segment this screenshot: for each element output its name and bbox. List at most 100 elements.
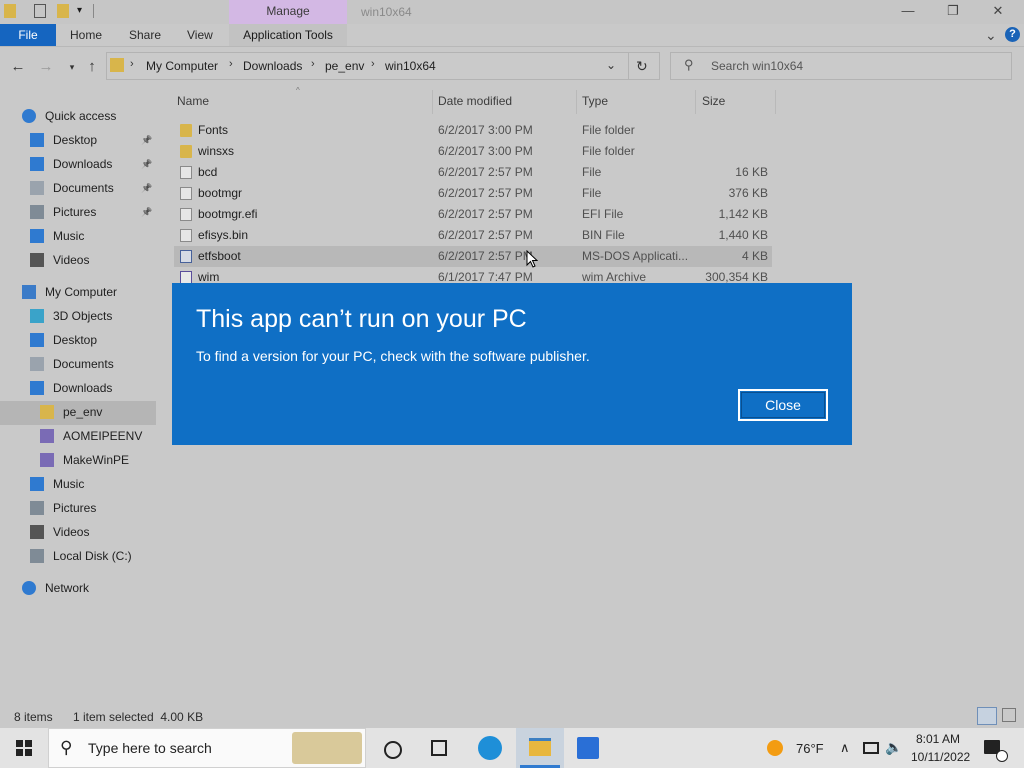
forward-arrow-icon[interactable]: → xyxy=(36,57,56,77)
sidebar-item-videos[interactable]: Videos xyxy=(30,520,156,544)
windows-start-icon[interactable] xyxy=(16,740,32,756)
large-icons-view-icon[interactable] xyxy=(1002,708,1016,722)
drive-icon xyxy=(30,549,44,563)
pin-icon[interactable]: 📌 xyxy=(141,152,152,176)
column-header-size[interactable]: Size xyxy=(702,94,725,108)
music-icon xyxy=(30,229,44,243)
search-highlight-illustration-icon xyxy=(292,732,362,764)
file-icon xyxy=(180,187,192,200)
refresh-icon[interactable]: ↻ xyxy=(636,58,648,75)
breadcrumb-separator-icon[interactable]: › xyxy=(229,58,233,70)
file-name: winsxs xyxy=(198,144,235,158)
recent-locations-icon[interactable]: ▾ xyxy=(62,57,82,77)
edge-browser-icon[interactable] xyxy=(478,736,502,760)
tab-home[interactable]: Home xyxy=(70,24,102,46)
microsoft-store-icon[interactable] xyxy=(577,737,599,759)
tab-share[interactable]: Share xyxy=(129,24,161,46)
folder-icon xyxy=(180,124,192,137)
sidebar-item-desktop[interactable]: Desktop 📌 xyxy=(30,128,156,152)
sidebar-item-downloads[interactable]: Downloads xyxy=(30,376,156,400)
volume-icon[interactable]: 🔈 xyxy=(885,739,902,756)
close-button[interactable]: Close xyxy=(738,389,828,421)
sidebar-item-desktop[interactable]: Desktop xyxy=(30,328,156,352)
address-dropdown-icon[interactable]: ⌄ xyxy=(606,58,616,72)
column-header-date-modified[interactable]: Date modified xyxy=(438,94,512,108)
breadcrumb-downloads[interactable]: Downloads xyxy=(243,59,302,73)
sun-weather-icon[interactable] xyxy=(767,740,783,756)
sidebar-item-label: Music xyxy=(53,229,85,243)
sidebar-item-local-disk-c[interactable]: Local Disk (C:) xyxy=(30,544,156,568)
customize-toolbar-icon[interactable]: ▾ xyxy=(77,5,82,16)
ribbon-collapse-icon[interactable]: ⌄ xyxy=(985,27,997,44)
sidebar-item-documents[interactable]: Documents 📌 xyxy=(30,176,156,200)
help-icon[interactable]: ? xyxy=(1005,27,1020,42)
file-row[interactable]: winsxs 6/2/2017 3:00 PM File folder xyxy=(174,141,772,162)
column-header-type[interactable]: Type xyxy=(582,94,608,108)
sidebar-item-music[interactable]: Music xyxy=(30,224,156,248)
sidebar-item-quick-access[interactable]: Quick access xyxy=(22,104,156,128)
file-name: Fonts xyxy=(198,123,229,137)
documents-icon xyxy=(30,181,44,195)
file-row[interactable]: etfsboot 6/2/2017 2:57 PM MS-DOS Applicati… xyxy=(174,246,772,267)
tab-application-tools[interactable]: Application Tools xyxy=(229,24,347,46)
file-row[interactable]: bootmgr 6/2/2017 2:57 PM File 376 KB xyxy=(174,183,772,204)
network-status-icon[interactable] xyxy=(863,742,879,754)
back-arrow-icon[interactable]: ← xyxy=(8,57,28,77)
pin-icon[interactable]: 📌 xyxy=(141,200,152,224)
computer-icon xyxy=(22,285,36,299)
column-divider[interactable] xyxy=(432,90,433,114)
sidebar-item-3d-objects[interactable]: 3D Objects xyxy=(30,304,156,328)
sidebar-item-videos[interactable]: Videos xyxy=(30,248,156,272)
file-row[interactable]: efisys.bin 6/2/2017 2:57 PM BIN File 1,440 … xyxy=(174,225,772,246)
breadcrumb-my-computer[interactable]: My Computer xyxy=(146,59,218,73)
sidebar-item-aomeipeenv[interactable]: AOMEIPEENV xyxy=(40,424,156,448)
tab-view[interactable]: View xyxy=(187,24,213,46)
breadcrumb-separator-icon[interactable]: › xyxy=(371,58,375,70)
sidebar-item-pe-env[interactable]: pe_env xyxy=(40,400,156,424)
details-view-icon[interactable] xyxy=(977,707,997,725)
column-divider[interactable] xyxy=(775,90,776,114)
column-divider[interactable] xyxy=(695,90,696,114)
file-row[interactable]: Fonts 6/2/2017 3:00 PM File folder xyxy=(174,120,772,141)
sidebar-item-label: Downloads xyxy=(53,157,113,171)
file-date: 6/2/2017 2:57 PM xyxy=(438,228,533,242)
sidebar-item-pictures[interactable]: Pictures 📌 xyxy=(30,200,156,224)
breadcrumb-win10x64[interactable]: win10x64 xyxy=(385,59,436,73)
sidebar-item-music[interactable]: Music xyxy=(30,472,156,496)
pictures-icon xyxy=(30,501,44,515)
properties-icon[interactable] xyxy=(34,4,46,18)
tab-file[interactable]: File xyxy=(0,24,56,46)
sidebar-item-network[interactable]: Network xyxy=(22,576,156,600)
clock-time[interactable]: 8:01 AM xyxy=(916,732,960,746)
sidebar-item-label: Videos xyxy=(53,525,90,539)
close-window-button[interactable]: ✕ xyxy=(988,3,1008,19)
minimize-button[interactable]: — xyxy=(898,3,918,19)
task-view-icon[interactable] xyxy=(431,740,447,756)
file-icon xyxy=(180,208,192,221)
cortana-icon[interactable] xyxy=(384,741,402,759)
sidebar-item-documents[interactable]: Documents xyxy=(30,352,156,376)
maximize-button[interactable]: ❐ xyxy=(943,3,963,19)
file-row[interactable]: bootmgr.efi 6/2/2017 2:57 PM EFI File 1,142… xyxy=(174,204,772,225)
sidebar-item-label: Pictures xyxy=(53,205,97,219)
sidebar-item-label: Network xyxy=(45,581,90,595)
column-divider[interactable] xyxy=(576,90,577,114)
file-row[interactable]: bcd 6/2/2017 2:57 PM File 16 KB xyxy=(174,162,772,183)
sidebar-item-makewinpe[interactable]: MakeWinPE xyxy=(40,448,156,472)
sidebar-item-pictures[interactable]: Pictures xyxy=(30,496,156,520)
sidebar-item-downloads[interactable]: Downloads 📌 xyxy=(30,152,156,176)
column-header-name[interactable]: Name xyxy=(177,94,209,108)
up-arrow-icon[interactable]: ↑ xyxy=(82,57,102,77)
pin-icon[interactable]: 📌 xyxy=(141,176,152,200)
new-folder-icon[interactable] xyxy=(57,4,69,18)
weather-temperature[interactable]: 76°F xyxy=(796,741,824,756)
file-type: File xyxy=(582,165,602,179)
chevron-up-icon[interactable]: ∧ xyxy=(840,740,850,756)
breadcrumb-separator-icon[interactable]: › xyxy=(311,58,315,70)
file-type: File xyxy=(582,186,602,200)
sidebar-item-label: Downloads xyxy=(53,381,113,395)
breadcrumb-pe-env[interactable]: pe_env xyxy=(325,59,364,73)
clock-date[interactable]: 10/11/2022 xyxy=(911,750,970,764)
pin-icon[interactable]: 📌 xyxy=(141,128,152,152)
sidebar-item-my-computer[interactable]: My Computer xyxy=(22,280,156,304)
